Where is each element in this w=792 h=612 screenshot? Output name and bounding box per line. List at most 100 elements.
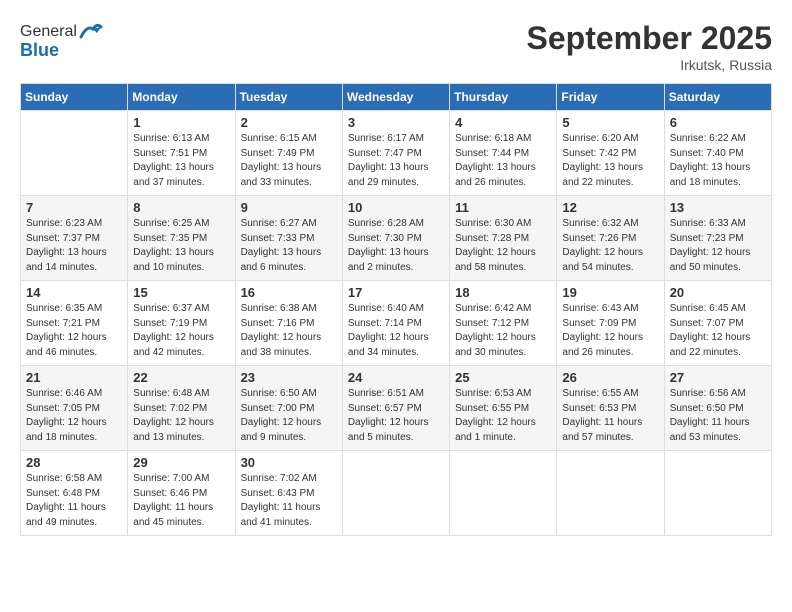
day-number: 27 bbox=[670, 370, 766, 385]
day-number: 25 bbox=[455, 370, 551, 385]
day-number: 28 bbox=[26, 455, 122, 470]
day-info: Sunrise: 6:43 AM Sunset: 7:09 PM Dayligh… bbox=[562, 302, 658, 360]
calendar-week-5: 28 Sunrise: 6:58 AM Sunset: 6:48 PM Dayli… bbox=[21, 451, 772, 536]
calendar-cell: 16Sunrise: 6:38 AM Sunset: 7:16 PM Dayli… bbox=[235, 281, 342, 366]
calendar-cell: 23 Sunrise: 6:50 AM Sunset: 7:00 PM Dayli… bbox=[235, 366, 342, 451]
day-number: 1 bbox=[133, 115, 229, 130]
logo: General Blue bbox=[20, 20, 103, 61]
day-info: Sunrise: 6:53 AM Sunset: 6:55 PM Dayligh… bbox=[455, 387, 551, 445]
calendar-table: SundayMondayTuesdayWednesdayThursdayFrid… bbox=[20, 83, 772, 536]
calendar-cell: 30 Sunrise: 7:02 AM Sunset: 6:43 PM Dayli… bbox=[235, 451, 342, 536]
title-block: September 2025 Irkutsk, Russia bbox=[527, 20, 772, 73]
calendar-cell: 12Sunrise: 6:32 AM Sunset: 7:26 PM Dayli… bbox=[557, 196, 664, 281]
calendar-cell: 5 Sunrise: 6:20 AM Sunset: 7:42 PM Daylig… bbox=[557, 111, 664, 196]
day-number: 9 bbox=[241, 200, 337, 215]
calendar-cell: 11 Sunrise: 6:30 AM Sunset: 7:28 PM Dayli… bbox=[450, 196, 557, 281]
day-info: Sunrise: 6:30 AM Sunset: 7:28 PM Dayligh… bbox=[455, 217, 551, 275]
day-number: 19 bbox=[562, 285, 658, 300]
day-info: Sunrise: 6:17 AM Sunset: 7:47 PM Dayligh… bbox=[348, 132, 444, 190]
day-info: Sunrise: 6:22 AM Sunset: 7:40 PM Dayligh… bbox=[670, 132, 766, 190]
calendar-cell: 4 Sunrise: 6:18 AM Sunset: 7:44 PM Daylig… bbox=[450, 111, 557, 196]
day-number: 18 bbox=[455, 285, 551, 300]
calendar-cell: 28 Sunrise: 6:58 AM Sunset: 6:48 PM Dayli… bbox=[21, 451, 128, 536]
day-info: Sunrise: 6:15 AM Sunset: 7:49 PM Dayligh… bbox=[241, 132, 337, 190]
day-number: 26 bbox=[562, 370, 658, 385]
day-number: 23 bbox=[241, 370, 337, 385]
weekday-header-monday: Monday bbox=[128, 84, 235, 111]
day-info: Sunrise: 6:13 AM Sunset: 7:51 PM Dayligh… bbox=[133, 132, 229, 190]
calendar-cell: 26 Sunrise: 6:55 AM Sunset: 6:53 PM Dayli… bbox=[557, 366, 664, 451]
calendar-cell: 20 Sunrise: 6:45 AM Sunset: 7:07 PM Dayli… bbox=[664, 281, 771, 366]
day-info: Sunrise: 6:20 AM Sunset: 7:42 PM Dayligh… bbox=[562, 132, 658, 190]
day-number: 8 bbox=[133, 200, 229, 215]
day-info: Sunrise: 6:18 AM Sunset: 7:44 PM Dayligh… bbox=[455, 132, 551, 190]
day-info: Sunrise: 6:58 AM Sunset: 6:48 PM Dayligh… bbox=[26, 472, 122, 530]
calendar-cell bbox=[664, 451, 771, 536]
calendar-cell: 3 Sunrise: 6:17 AM Sunset: 7:47 PM Daylig… bbox=[342, 111, 449, 196]
calendar-cell: 15 Sunrise: 6:37 AM Sunset: 7:19 PM Dayli… bbox=[128, 281, 235, 366]
day-number: 20 bbox=[670, 285, 766, 300]
calendar-cell bbox=[557, 451, 664, 536]
day-info: Sunrise: 6:33 AM Sunset: 7:23 PM Dayligh… bbox=[670, 217, 766, 275]
calendar-week-3: 14 Sunrise: 6:35 AM Sunset: 7:21 PM Dayli… bbox=[21, 281, 772, 366]
day-info: Sunrise: 6:27 AM Sunset: 7:33 PM Dayligh… bbox=[241, 217, 337, 275]
day-number: 30 bbox=[241, 455, 337, 470]
day-number: 14 bbox=[26, 285, 122, 300]
calendar-cell: 13Sunrise: 6:33 AM Sunset: 7:23 PM Dayli… bbox=[664, 196, 771, 281]
location-text: Irkutsk, Russia bbox=[527, 57, 772, 73]
day-number: 17 bbox=[348, 285, 444, 300]
day-number: 29 bbox=[133, 455, 229, 470]
day-number: 15 bbox=[133, 285, 229, 300]
calendar-cell: 17Sunrise: 6:40 AM Sunset: 7:14 PM Dayli… bbox=[342, 281, 449, 366]
day-number: 21 bbox=[26, 370, 122, 385]
day-number: 4 bbox=[455, 115, 551, 130]
day-info: Sunrise: 6:48 AM Sunset: 7:02 PM Dayligh… bbox=[133, 387, 229, 445]
calendar-cell: 7Sunrise: 6:23 AM Sunset: 7:37 PM Daylig… bbox=[21, 196, 128, 281]
calendar-cell: 8 Sunrise: 6:25 AM Sunset: 7:35 PM Daylig… bbox=[128, 196, 235, 281]
day-info: Sunrise: 7:02 AM Sunset: 6:43 PM Dayligh… bbox=[241, 472, 337, 530]
calendar-cell: 10 Sunrise: 6:28 AM Sunset: 7:30 PM Dayli… bbox=[342, 196, 449, 281]
logo-blue-text: Blue bbox=[20, 40, 59, 60]
calendar-cell bbox=[342, 451, 449, 536]
day-info: Sunrise: 6:55 AM Sunset: 6:53 PM Dayligh… bbox=[562, 387, 658, 445]
day-number: 11 bbox=[455, 200, 551, 215]
day-number: 10 bbox=[348, 200, 444, 215]
day-info: Sunrise: 6:28 AM Sunset: 7:30 PM Dayligh… bbox=[348, 217, 444, 275]
month-title: September 2025 bbox=[527, 20, 772, 57]
calendar-week-2: 7Sunrise: 6:23 AM Sunset: 7:37 PM Daylig… bbox=[21, 196, 772, 281]
day-number: 24 bbox=[348, 370, 444, 385]
calendar-cell: 27Sunrise: 6:56 AM Sunset: 6:50 PM Dayli… bbox=[664, 366, 771, 451]
weekday-header-saturday: Saturday bbox=[664, 84, 771, 111]
calendar-cell: 9 Sunrise: 6:27 AM Sunset: 7:33 PM Daylig… bbox=[235, 196, 342, 281]
day-number: 3 bbox=[348, 115, 444, 130]
day-info: Sunrise: 6:42 AM Sunset: 7:12 PM Dayligh… bbox=[455, 302, 551, 360]
logo-icon bbox=[79, 20, 103, 44]
day-number: 12 bbox=[562, 200, 658, 215]
day-info: Sunrise: 6:50 AM Sunset: 7:00 PM Dayligh… bbox=[241, 387, 337, 445]
day-number: 5 bbox=[562, 115, 658, 130]
calendar-cell: 19 Sunrise: 6:43 AM Sunset: 7:09 PM Dayli… bbox=[557, 281, 664, 366]
weekday-header-friday: Friday bbox=[557, 84, 664, 111]
day-number: 6 bbox=[670, 115, 766, 130]
calendar-cell: 21 Sunrise: 6:46 AM Sunset: 7:05 PM Dayli… bbox=[21, 366, 128, 451]
day-info: Sunrise: 6:25 AM Sunset: 7:35 PM Dayligh… bbox=[133, 217, 229, 275]
calendar-cell bbox=[450, 451, 557, 536]
logo-general-text: General bbox=[20, 23, 77, 41]
day-number: 22 bbox=[133, 370, 229, 385]
day-info: Sunrise: 6:45 AM Sunset: 7:07 PM Dayligh… bbox=[670, 302, 766, 360]
calendar-cell: 6 Sunrise: 6:22 AM Sunset: 7:40 PM Daylig… bbox=[664, 111, 771, 196]
day-info: Sunrise: 6:23 AM Sunset: 7:37 PM Dayligh… bbox=[26, 217, 122, 275]
calendar-cell: 22 Sunrise: 6:48 AM Sunset: 7:02 PM Dayli… bbox=[128, 366, 235, 451]
day-info: Sunrise: 6:35 AM Sunset: 7:21 PM Dayligh… bbox=[26, 302, 122, 360]
calendar-cell: 24 Sunrise: 6:51 AM Sunset: 6:57 PM Dayli… bbox=[342, 366, 449, 451]
header-row: SundayMondayTuesdayWednesdayThursdayFrid… bbox=[21, 84, 772, 111]
calendar-cell bbox=[21, 111, 128, 196]
day-number: 2 bbox=[241, 115, 337, 130]
calendar-cell: 29Sunrise: 7:00 AM Sunset: 6:46 PM Dayli… bbox=[128, 451, 235, 536]
calendar-cell: 2 Sunrise: 6:15 AM Sunset: 7:49 PM Daylig… bbox=[235, 111, 342, 196]
calendar-cell: 14 Sunrise: 6:35 AM Sunset: 7:21 PM Dayli… bbox=[21, 281, 128, 366]
day-info: Sunrise: 6:46 AM Sunset: 7:05 PM Dayligh… bbox=[26, 387, 122, 445]
day-info: Sunrise: 6:51 AM Sunset: 6:57 PM Dayligh… bbox=[348, 387, 444, 445]
day-info: Sunrise: 6:37 AM Sunset: 7:19 PM Dayligh… bbox=[133, 302, 229, 360]
day-info: Sunrise: 6:38 AM Sunset: 7:16 PM Dayligh… bbox=[241, 302, 337, 360]
